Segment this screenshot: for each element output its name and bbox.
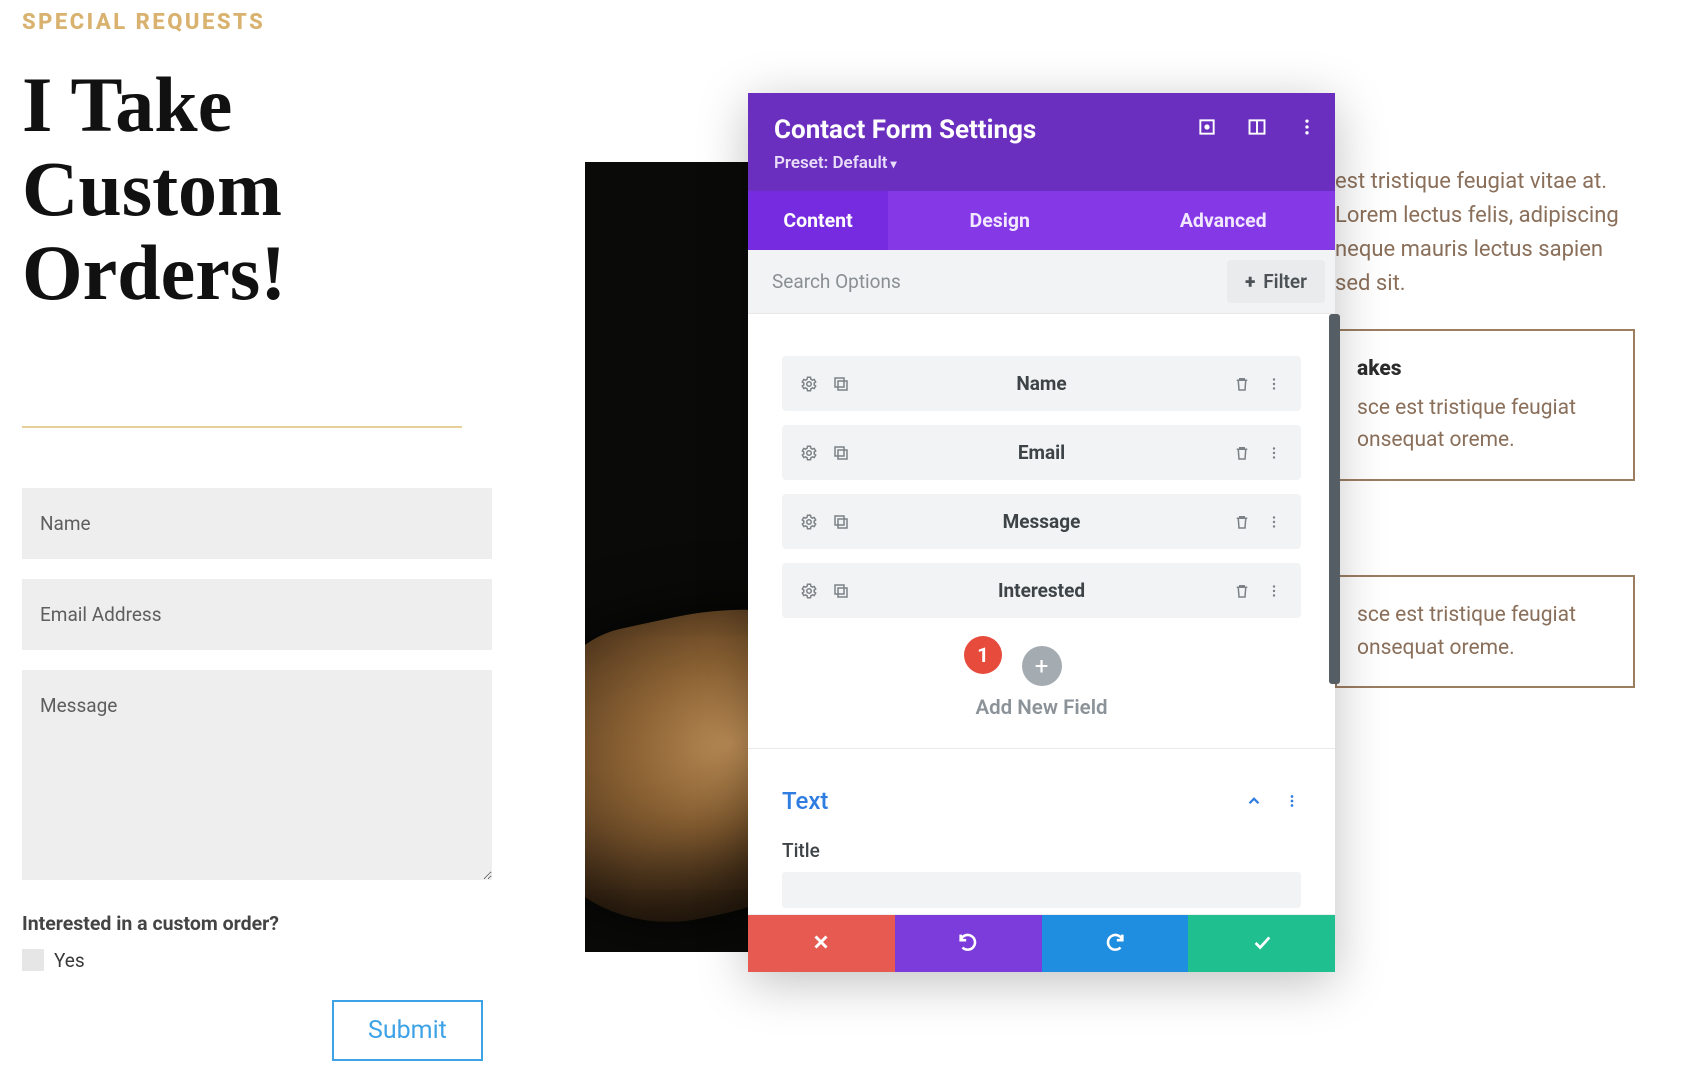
more-icon[interactable] (1297, 117, 1317, 137)
plus-icon: + (1245, 270, 1255, 293)
more-icon[interactable] (1283, 792, 1301, 810)
page-headline: I Take Custom Orders! (22, 63, 492, 316)
filter-button-label: Filter (1263, 270, 1307, 293)
plus-icon: + (1035, 652, 1049, 680)
scrollbar[interactable] (1329, 314, 1340, 684)
annotation-badge-1: 1 (964, 636, 1002, 674)
expand-icon[interactable] (1197, 117, 1217, 137)
title-field-label: Title (782, 839, 1301, 862)
trash-icon[interactable] (1233, 444, 1251, 462)
field-label: Interested (850, 579, 1233, 602)
text-section-toggle[interactable]: Text (782, 787, 828, 815)
gear-icon[interactable] (800, 513, 818, 531)
trash-icon[interactable] (1233, 582, 1251, 600)
modal-header[interactable]: Contact Form Settings Preset: Default (748, 93, 1335, 191)
trash-icon[interactable] (1233, 513, 1251, 531)
outline-card-2[interactable]: sce est tristique feugiat onsequat oreme… (1335, 575, 1635, 688)
card-1-body: sce est tristique feugiat onsequat oreme… (1357, 392, 1613, 457)
card-1-title: akes (1357, 353, 1613, 386)
duplicate-icon[interactable] (832, 375, 850, 393)
columns-icon[interactable] (1247, 117, 1267, 137)
modal-tabs: Content Design Advanced (748, 191, 1335, 250)
field-label: Email (850, 441, 1233, 464)
contact-form-settings-modal: Contact Form Settings Preset: Default Co… (748, 93, 1335, 972)
field-row-name[interactable]: Name (782, 356, 1301, 411)
add-field-button[interactable]: + (1022, 646, 1062, 686)
submit-button[interactable]: Submit (332, 1000, 483, 1061)
save-button[interactable] (1188, 915, 1335, 972)
interest-question-label: Interested in a custom order? (22, 912, 492, 935)
redo-icon (1104, 931, 1126, 957)
cancel-button[interactable] (748, 915, 895, 972)
modal-footer (748, 914, 1335, 972)
chevron-up-icon[interactable] (1245, 792, 1263, 810)
more-icon[interactable] (1265, 582, 1283, 600)
tab-design[interactable]: Design (888, 191, 1112, 250)
search-input[interactable] (748, 250, 1217, 313)
duplicate-icon[interactable] (832, 513, 850, 531)
duplicate-icon[interactable] (832, 444, 850, 462)
search-bar: + Filter (748, 250, 1335, 314)
field-row-interested[interactable]: Interested (782, 563, 1301, 618)
trash-icon[interactable] (1233, 375, 1251, 393)
field-label: Name (850, 372, 1233, 395)
field-row-message[interactable]: Message (782, 494, 1301, 549)
gear-icon[interactable] (800, 444, 818, 462)
undo-button[interactable] (895, 915, 1042, 972)
gear-icon[interactable] (800, 582, 818, 600)
eyebrow-label: SPECIAL REQUESTS (22, 10, 492, 35)
yes-checkbox[interactable] (22, 949, 44, 971)
title-input[interactable] (782, 872, 1301, 908)
card-2-body: sce est tristique feugiat onsequat oreme… (1357, 599, 1613, 664)
check-icon (1251, 931, 1273, 957)
yes-checkbox-label: Yes (54, 949, 85, 972)
duplicate-icon[interactable] (832, 582, 850, 600)
right-intro-text: est tristique feugiat vitae at. Lorem le… (1335, 165, 1635, 301)
more-icon[interactable] (1265, 375, 1283, 393)
gear-icon[interactable] (800, 375, 818, 393)
undo-icon (957, 931, 979, 957)
redo-button[interactable] (1042, 915, 1189, 972)
tab-advanced[interactable]: Advanced (1112, 191, 1336, 250)
contact-form: Interested in a custom order? Yes Submit (22, 488, 492, 1061)
field-row-email[interactable]: Email (782, 425, 1301, 480)
field-label: Message (850, 510, 1233, 533)
name-input[interactable] (22, 488, 492, 559)
more-icon[interactable] (1265, 513, 1283, 531)
outline-card-1[interactable]: akes sce est tristique feugiat onsequat … (1335, 329, 1635, 481)
tab-content[interactable]: Content (748, 191, 888, 250)
preset-dropdown[interactable]: Preset: Default (774, 153, 1309, 173)
filter-button[interactable]: + Filter (1227, 260, 1325, 303)
message-textarea[interactable] (22, 670, 492, 880)
add-field-label: Add New Field (782, 696, 1301, 720)
close-icon (810, 931, 832, 957)
email-input[interactable] (22, 579, 492, 650)
more-icon[interactable] (1265, 444, 1283, 462)
gold-divider (22, 426, 462, 428)
